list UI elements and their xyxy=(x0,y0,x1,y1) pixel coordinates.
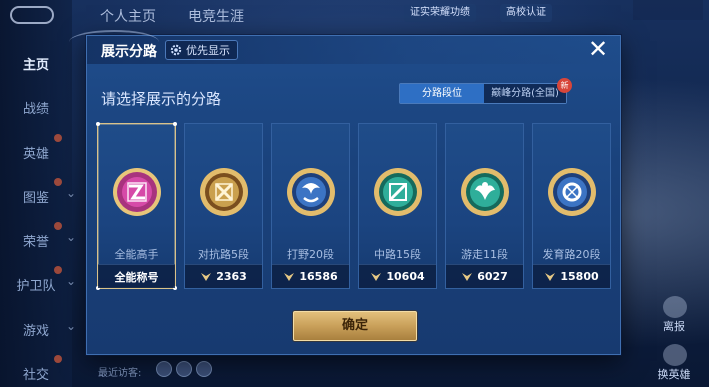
tab-peak-lane[interactable]: 巅峰分路(全国) 新 xyxy=(484,78,572,103)
lane-card-clash[interactable]: 对抗路5段 2363 xyxy=(184,123,263,289)
avatar[interactable] xyxy=(176,361,192,377)
lane-points: 2363 xyxy=(216,270,247,283)
sidebar-item-honor[interactable]: 荣誉 xyxy=(0,231,72,250)
lane-points: 6027 xyxy=(477,270,508,283)
dialog-title: 展示分路 xyxy=(101,44,157,60)
dialog-header: 展示分路 优先显示 ✕ xyxy=(69,30,622,64)
sidebar-item-games[interactable]: 游戏 xyxy=(0,320,72,339)
tab-profile[interactable]: 个人主页 xyxy=(100,6,156,26)
lane-card-all-round[interactable]: 全能高手 全能称号 xyxy=(96,122,177,290)
lane-name: 打野20段 xyxy=(287,248,334,261)
lane-points: 10604 xyxy=(386,270,425,283)
confirm-button[interactable]: 确定 xyxy=(293,311,417,341)
lane-foot: 2363 xyxy=(185,264,262,288)
clash-lane-badge-icon xyxy=(200,168,248,216)
dialog-subtitle: 请选择展示的分路 xyxy=(101,90,222,108)
lane-card-roam[interactable]: 游走11段 6027 xyxy=(445,123,524,289)
avatar[interactable] xyxy=(156,361,172,377)
mid-lane-badge-icon xyxy=(374,168,422,216)
lane-points: 15800 xyxy=(560,270,599,283)
lane-name: 中路15段 xyxy=(374,248,421,261)
notification-dot xyxy=(54,355,62,363)
lane-foot: 全能称号 xyxy=(98,264,175,288)
sidebar-item-home[interactable]: 主页 xyxy=(0,54,72,73)
all-round-badge-icon xyxy=(113,168,161,216)
sidebar-item-social[interactable]: 社交 xyxy=(0,364,72,383)
close-button[interactable]: ✕ xyxy=(586,37,610,62)
swap-hero-label[interactable]: 换英雄 xyxy=(649,366,699,382)
lane-foot: 16586 xyxy=(272,264,349,288)
roam-badge-icon xyxy=(461,168,509,216)
sidebar-item-heroes[interactable]: 英雄 xyxy=(0,143,72,162)
sidebar-item-record[interactable]: 战绩 xyxy=(0,98,72,117)
tab-peak-lane-label: 巅峰分路(全国) xyxy=(491,88,559,99)
lane-points: 16586 xyxy=(299,270,338,283)
lane-card-jungle[interactable]: 打野20段 16586 xyxy=(271,123,350,289)
chevron-down-icon: ⌄ xyxy=(66,186,77,200)
notification-dot xyxy=(54,178,62,186)
background-sidebar: 主页 战绩 英雄 图鉴 荣誉 护卫队 游戏 社交 ⌄ ⌄ ⌄ ⌄ xyxy=(0,0,76,387)
priority-display-label: 优先显示 xyxy=(186,44,230,57)
notification-dot xyxy=(54,134,62,142)
lane-card-farm[interactable]: 发育路20段 15800 xyxy=(532,123,611,289)
lane-name: 全能高手 xyxy=(114,248,159,261)
farm-lane-badge-icon xyxy=(548,168,596,216)
tab-lane-rank[interactable]: 分路段位 xyxy=(400,84,484,103)
lane-foot: 10604 xyxy=(359,264,436,288)
notification-dot xyxy=(54,222,62,230)
lane-foot: 15800 xyxy=(533,264,610,288)
lane-foot: 6027 xyxy=(446,264,523,288)
gear-icon xyxy=(170,44,182,56)
recent-visitor-avatars[interactable] xyxy=(156,361,212,377)
campus-cert-badge[interactable]: 高校认证 xyxy=(500,4,552,22)
selection-corner xyxy=(96,122,100,126)
notification-dot xyxy=(54,266,62,274)
points-icon xyxy=(201,272,212,281)
points-icon xyxy=(371,272,382,281)
sidebar-item-codex[interactable]: 图鉴 xyxy=(0,187,72,206)
all-round-title: 全能称号 xyxy=(114,270,159,284)
new-badge: 新 xyxy=(557,78,572,93)
points-icon xyxy=(284,272,295,281)
lane-name: 游走11段 xyxy=(461,248,508,261)
lane-display-dialog: 展示分路 优先显示 ✕ 请选择展示的分路 分路段位 巅峰分路(全国) 新 全能高… xyxy=(69,30,622,355)
priority-display-button[interactable]: 优先显示 xyxy=(165,40,238,60)
lane-name: 对抗路5段 xyxy=(198,248,249,261)
chevron-down-icon: ⌄ xyxy=(66,230,77,244)
chevron-down-icon: ⌄ xyxy=(66,274,77,288)
jungle-badge-icon xyxy=(287,168,335,216)
recent-visitors-label: 最近访客: xyxy=(98,368,142,379)
honor-proof-badge[interactable]: 证实荣耀功绩 xyxy=(404,4,476,22)
chevron-down-icon: ⌄ xyxy=(66,319,77,333)
lane-view-segmented-control: 分路段位 巅峰分路(全国) 新 xyxy=(399,78,572,104)
report-label[interactable]: 离报 xyxy=(649,318,699,334)
tab-esports[interactable]: 电竞生涯 xyxy=(188,6,244,26)
lane-name: 发育路20段 xyxy=(542,248,601,261)
avatar[interactable] xyxy=(196,361,212,377)
swap-hero-icon[interactable] xyxy=(663,344,687,366)
top-right-panel xyxy=(633,0,703,20)
points-icon xyxy=(462,272,473,281)
sidebar-item-guard[interactable]: 护卫队 xyxy=(0,275,72,294)
report-icon[interactable] xyxy=(663,296,687,318)
lane-card-mid[interactable]: 中路15段 10604 xyxy=(358,123,437,289)
back-logo-icon[interactable] xyxy=(10,6,54,24)
points-icon xyxy=(545,272,556,281)
selection-corner xyxy=(173,122,177,126)
